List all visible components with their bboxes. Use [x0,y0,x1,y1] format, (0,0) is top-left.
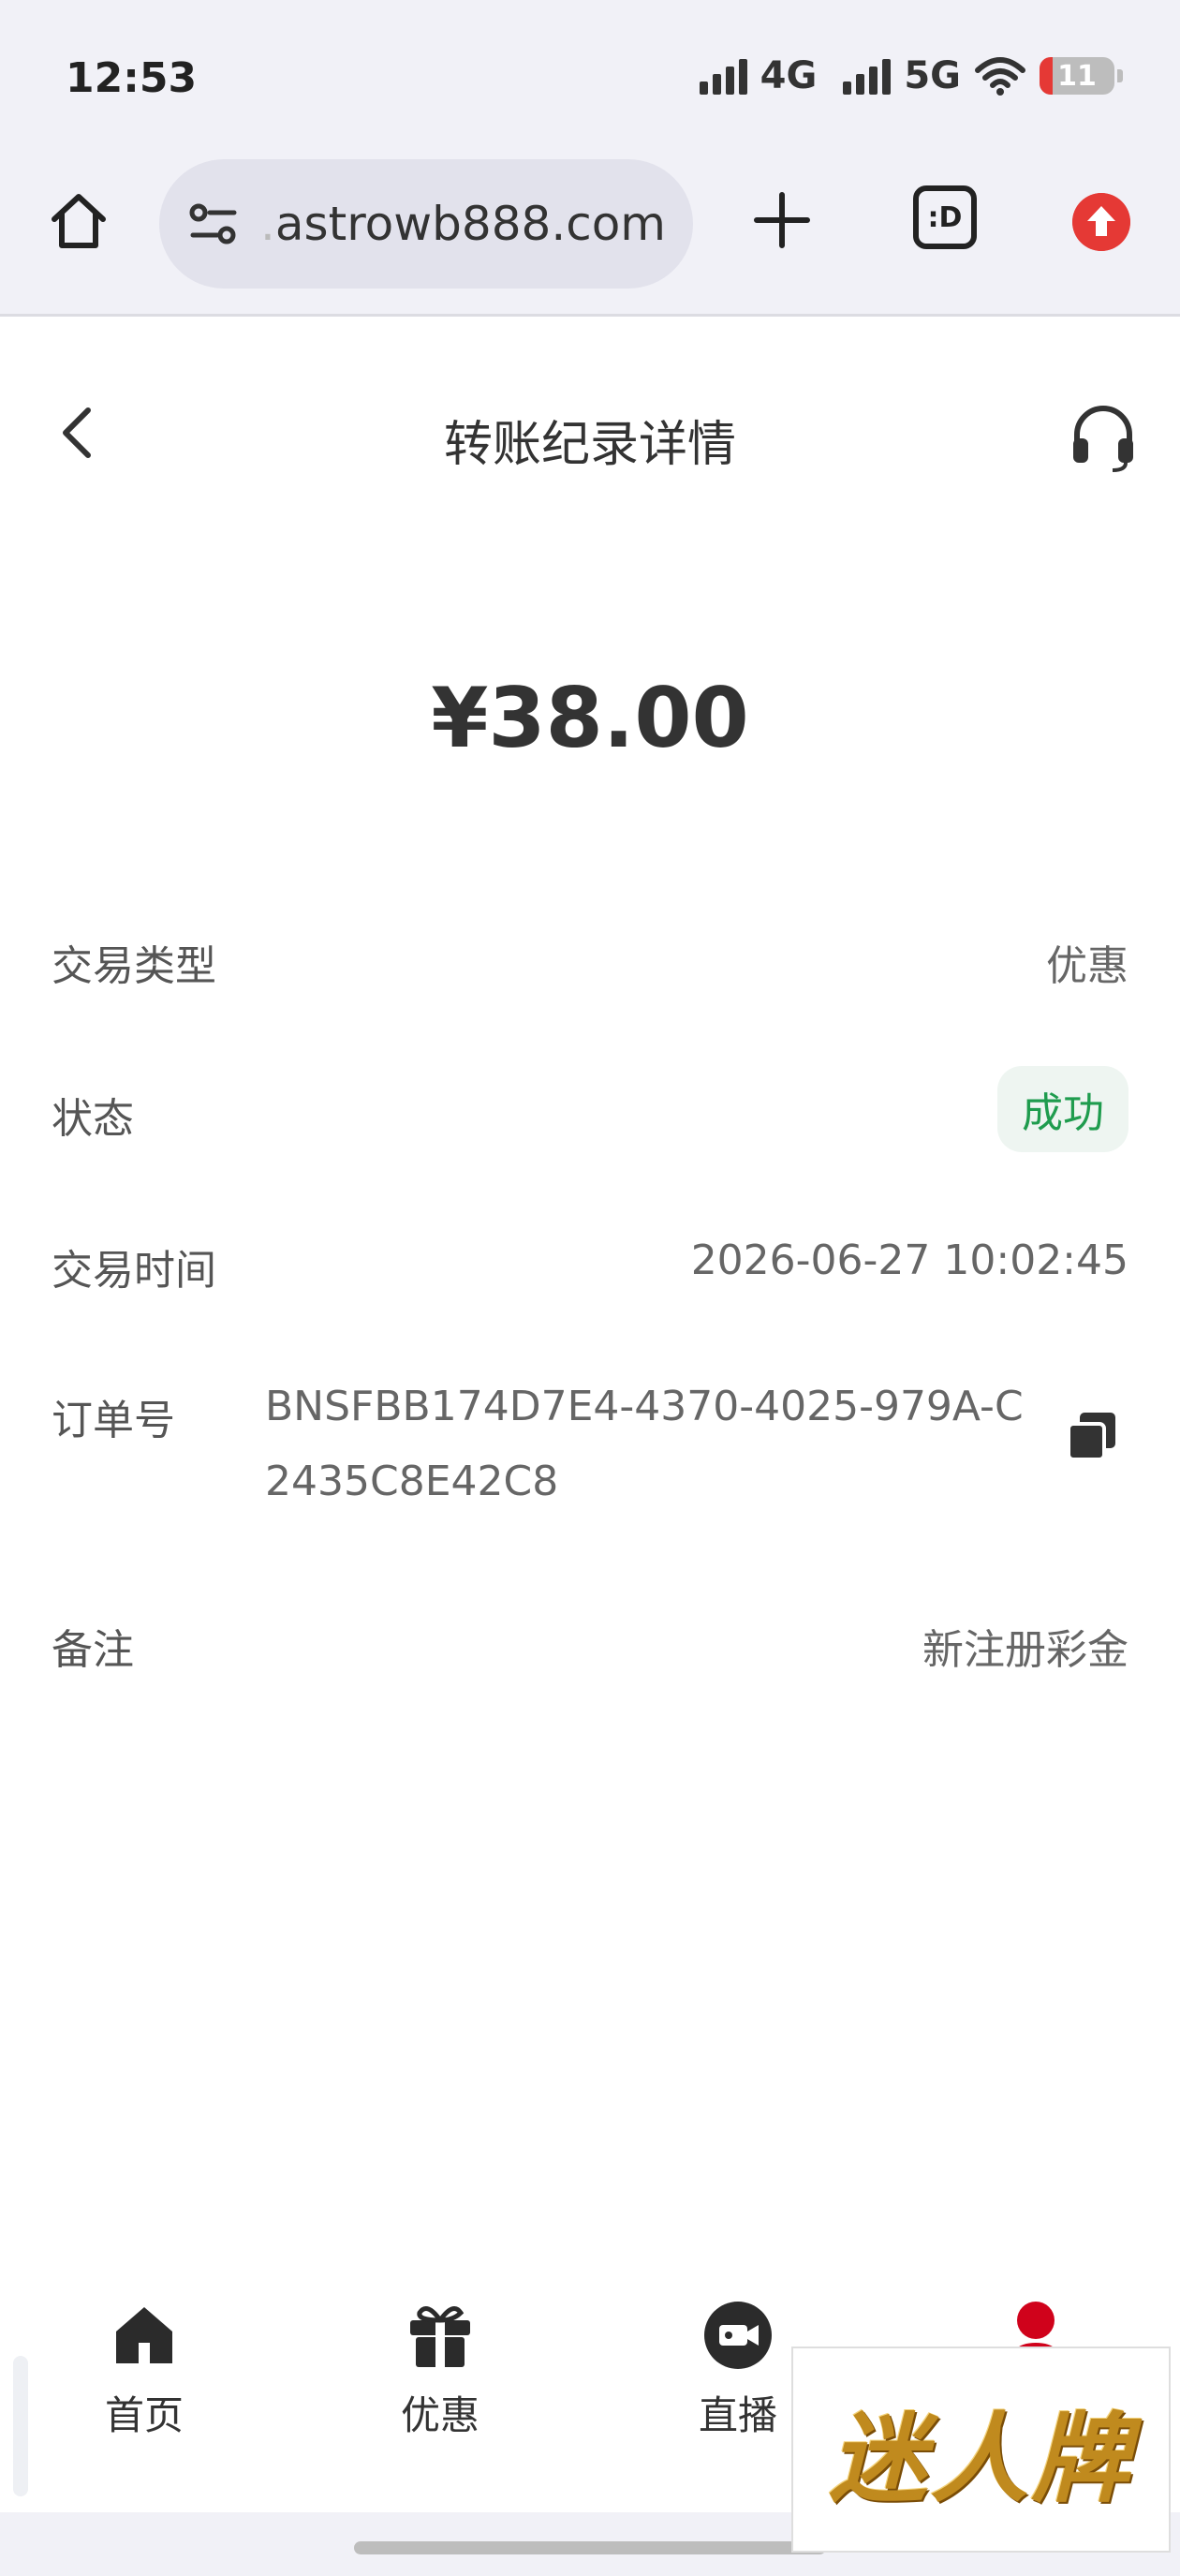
status-time: 12:53 [66,54,198,102]
cell-signal-icon [699,57,747,95]
copy-icon[interactable] [1065,1409,1119,1463]
browser-toolbar: .astrowb888.com :D [0,150,1180,317]
remark-label: 备注 [52,1626,134,1674]
tab-switcher-button[interactable]: :D [913,185,977,249]
nav-item-home[interactable]: 首页 [51,2300,238,2441]
status-indicators: 4G 5G 11 [699,54,1123,97]
network-type-label: 5G [904,54,961,97]
page-header: 转账纪录详情 [0,318,1180,553]
transaction-amount: ¥38.00 [431,670,749,766]
update-icon[interactable] [1072,193,1130,251]
watermark-logo: 迷人牌 [791,2347,1171,2553]
gift-icon [410,2306,470,2367]
watermark-text: 迷人牌 [829,2400,1133,2516]
home-gesture-bar[interactable] [354,2541,826,2554]
nav-item-promotions[interactable]: 优惠 [347,2300,534,2441]
site-settings-icon[interactable] [185,196,242,252]
nav-label-home: 首页 [104,2392,184,2438]
status-badge: 成功 [997,1066,1128,1152]
time-value: 2026-06-27 10:02:45 [690,1236,1128,1284]
edge-handle[interactable] [13,2356,28,2496]
new-tab-icon[interactable] [749,187,815,253]
order-label: 订单号 [52,1397,175,1444]
url-text: .astrowb888.com [260,197,666,251]
wifi-icon [975,57,1025,96]
nav-label-promotions: 优惠 [400,2392,479,2438]
home-icon[interactable] [47,189,111,253]
address-bar[interactable]: .astrowb888.com [159,159,693,289]
network-type-label: 4G [760,54,818,97]
page-title: 转账纪录详情 [443,417,736,473]
live-video-icon [704,2302,772,2369]
time-label: 交易时间 [52,1247,216,1295]
status-bar: 12:53 4G 5G 11 [0,0,1180,159]
cell-signal-icon [843,57,892,95]
detail-row-order: 订单号 BNSFBB174D7E4-4370-4025-979A-C2435C8… [52,1383,1128,1536]
customer-service-headset-icon[interactable] [1068,401,1139,472]
remark-value: 新注册彩金 [922,1626,1128,1674]
order-number: BNSFBB174D7E4-4370-4025-979A-C2435C8E42C… [265,1383,1024,1505]
battery-icon: 11 [1040,57,1123,95]
status-label: 状态 [52,1095,134,1143]
home-icon [116,2307,172,2363]
type-label: 交易类型 [52,942,216,990]
type-value: 优惠 [1046,942,1128,990]
